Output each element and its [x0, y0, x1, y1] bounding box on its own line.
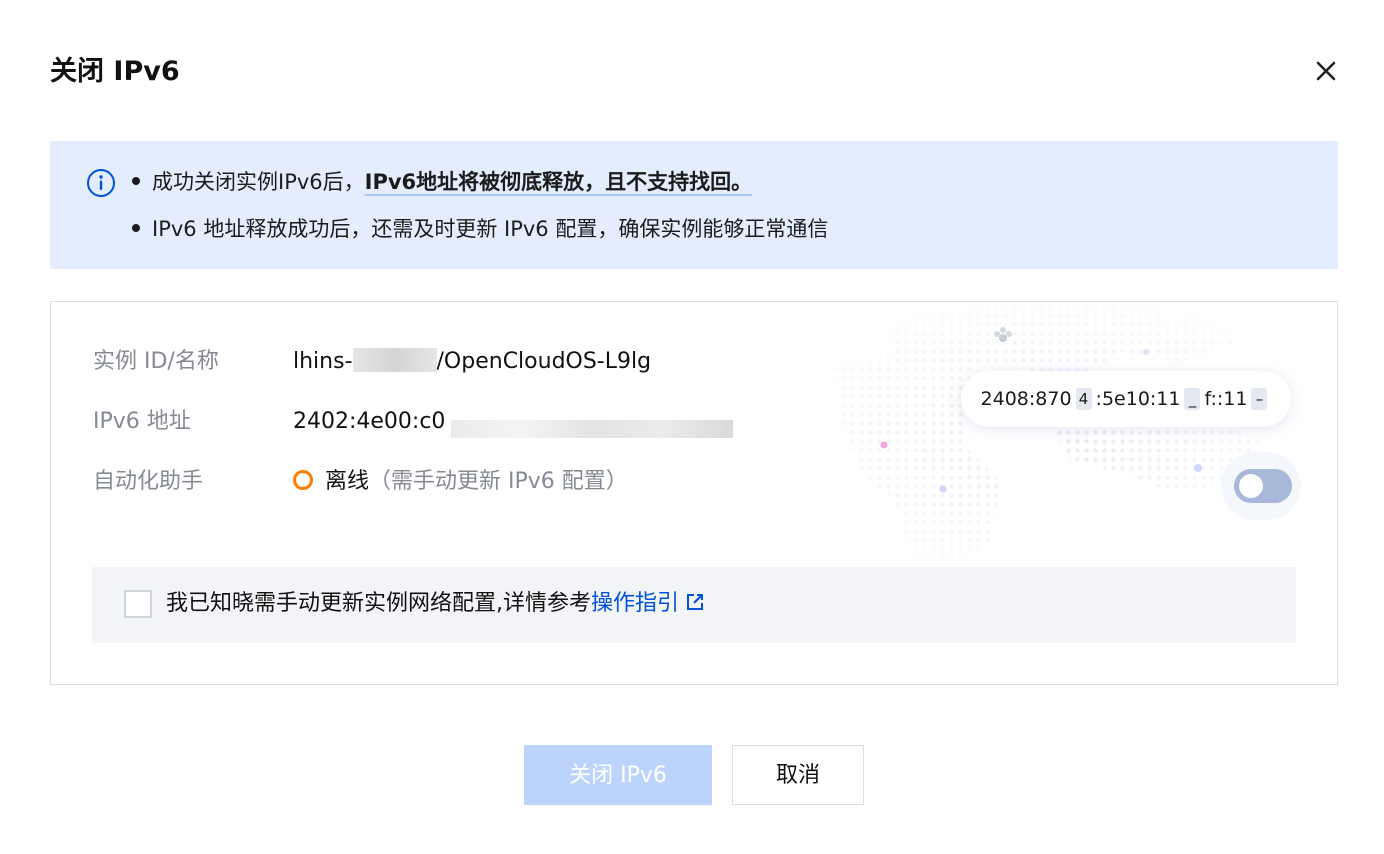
operation-guide-link[interactable]: 操作指引	[591, 591, 679, 616]
assistant-status-note: （需手动更新 IPv6 配置）	[369, 469, 628, 494]
assistant-label: 自动化助手	[93, 469, 204, 494]
notice-emphasis: IPv6地址将被彻底释放，且不支持找回。	[364, 170, 753, 194]
ipv6-prefix: 2402:4e00:c0	[293, 409, 446, 434]
assistant-status: 离线（需手动更新 IPv6 配置）	[293, 466, 628, 498]
ipv6-value: 2402:4e00:c0	[293, 406, 445, 438]
ipv6-address-chip: 2408:870 4 :5e10:11 _ f::11 –	[961, 371, 1291, 427]
info-icon	[87, 169, 115, 197]
toggle-knob	[1239, 474, 1263, 498]
notice-item-update-config: IPv6 地址释放成功后，还需及时更新 IPv6 配置，确保实例能够正常通信	[132, 214, 828, 244]
warning-notice: 成功关闭实例IPv6后，IPv6地址将被彻底释放，且不支持找回。 IPv6 地址…	[50, 141, 1338, 269]
instance-card: 2408:870 4 :5e10:11 _ f::11 – 实例 ID/名称 l…	[50, 301, 1338, 685]
instance-id-prefix: lhins-	[293, 349, 353, 374]
acknowledge-text: 我已知晓需手动更新实例网络配置,详情参考	[166, 591, 591, 616]
notice-text: 成功关闭实例IPv6后，	[152, 170, 365, 194]
illustration-toggle-wrap	[1221, 452, 1301, 520]
instance-name: /OpenCloudOS-L9lg	[436, 349, 652, 374]
acknowledge-box: 我已知晓需手动更新实例网络配置,详情参考操作指引	[92, 567, 1296, 643]
bullet-dot	[132, 177, 140, 185]
assistant-status-text: 离线	[325, 469, 370, 494]
illustration-toggle	[1234, 469, 1292, 503]
external-link-icon[interactable]	[685, 592, 705, 612]
acknowledge-checkbox[interactable]	[124, 590, 152, 618]
confirm-close-ipv6-button[interactable]: 关闭 IPv6	[524, 745, 712, 805]
world-map-illustration	[831, 302, 1261, 572]
ip-mask: _	[1184, 388, 1201, 410]
redacted-instance-id	[352, 348, 437, 372]
ip-fragment: f::11	[1204, 388, 1248, 410]
ip-mask: 4	[1075, 388, 1092, 410]
ip-mask: –	[1251, 388, 1268, 410]
ip-fragment: 2408:870	[980, 388, 1072, 410]
redacted-ipv6-address	[451, 406, 733, 438]
ipv6-label: IPv6 地址	[93, 409, 191, 434]
close-icon[interactable]	[1309, 54, 1343, 88]
offline-status-icon	[293, 470, 313, 490]
acknowledge-text-line: 我已知晓需手动更新实例网络配置,详情参考操作指引	[166, 588, 705, 620]
instance-value: lhins- /OpenCloudOS-L9lg	[293, 346, 651, 378]
notice-text: IPv6 地址释放成功后，还需及时更新 IPv6 配置，确保实例能够正常通信	[152, 217, 829, 241]
cancel-button[interactable]: 取消	[732, 745, 864, 805]
dialog-title: 关闭 IPv6	[50, 56, 180, 87]
bullet-dot	[132, 224, 140, 232]
notice-item-release: 成功关闭实例IPv6后，IPv6地址将被彻底释放，且不支持找回。	[132, 167, 752, 197]
instance-label: 实例 ID/名称	[93, 349, 219, 374]
ip-fragment: :5e10:11	[1095, 388, 1181, 410]
